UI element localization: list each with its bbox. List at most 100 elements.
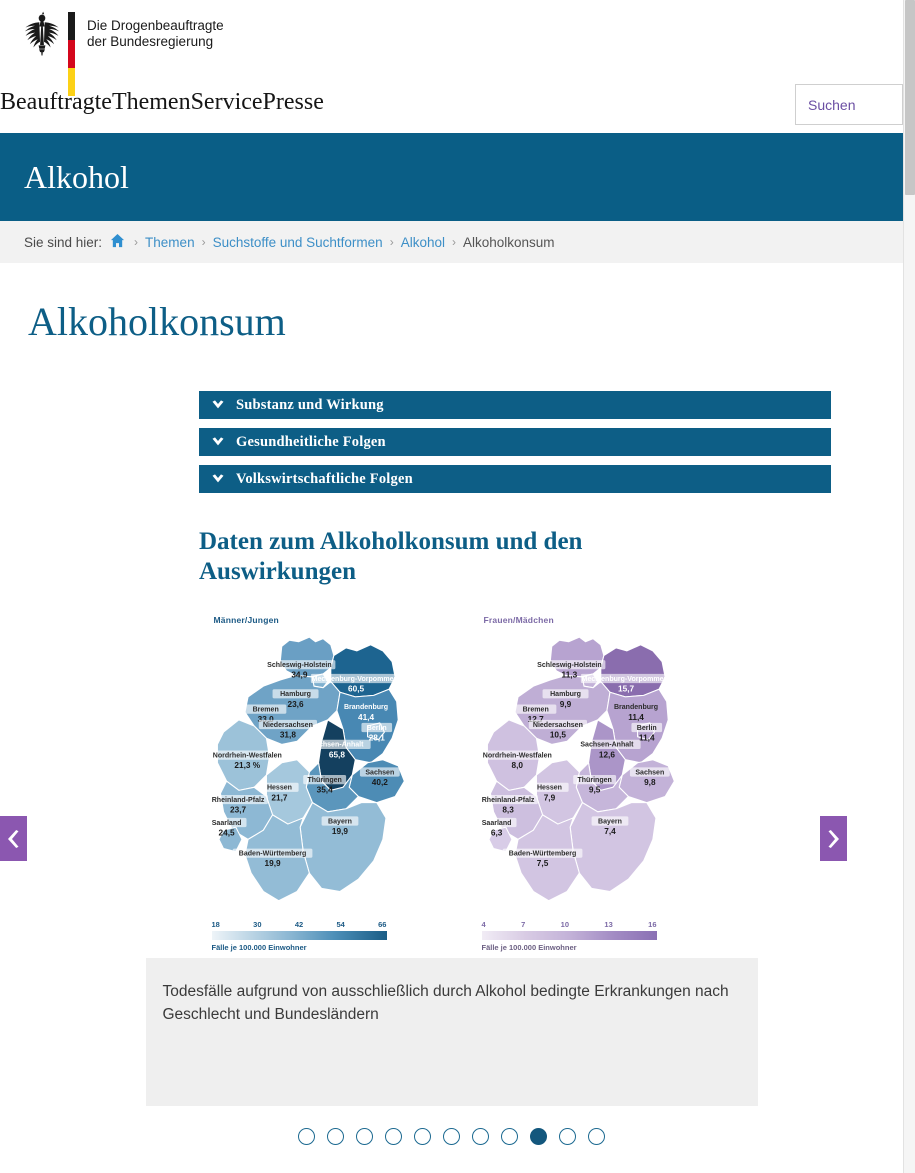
breadcrumb-link-alkohol[interactable]: Alkohol — [401, 235, 445, 250]
region-label-NW: Nordrhein-Westfalen — [482, 752, 551, 759]
main-content: Alkoholkonsum Substanz und Wirkung Gesun… — [0, 299, 903, 1145]
main-navigation: Beauftragte Themen Service Presse — [0, 84, 903, 132]
accordion-list: Substanz und Wirkung Gesundheitliche Fol… — [199, 391, 831, 493]
region-value-BY: 7,4 — [604, 827, 616, 836]
region-value-SN: 9,8 — [644, 778, 656, 787]
logo-line-2: der Bundesregierung — [87, 33, 214, 49]
page-title: Alkoholkonsum — [28, 299, 286, 344]
carousel-dot-7[interactable] — [472, 1128, 489, 1145]
region-value-SL: 6,3 — [490, 829, 502, 838]
region-label-NI: Niedersachsen — [532, 722, 582, 729]
carousel-dot-9[interactable] — [530, 1128, 547, 1145]
region-label-ST: Sachsen-Anhalt — [580, 742, 634, 749]
carousel-dot-1[interactable] — [298, 1128, 315, 1145]
carousel-dot-6[interactable] — [443, 1128, 460, 1145]
breadcrumb: Sie sind hier: › Themen › Suchstoffe und… — [0, 221, 903, 263]
accordion-item-substanz[interactable]: Substanz und Wirkung — [199, 391, 831, 419]
region-label-RP: Rheinland-Pfalz — [481, 797, 534, 804]
legend-tick-1: 30 — [253, 920, 262, 929]
legend-tick-4: 16 — [648, 920, 657, 929]
legend-frauen: 4 7 10 13 16 Fälle je 100.000 Einwohner — [481, 920, 657, 952]
legend-note-frauen: Fälle je 100.000 Einwohner — [481, 943, 577, 952]
region-value-BY: 19,9 — [331, 827, 347, 836]
region-BY — [569, 802, 656, 893]
region-label-RP: Rheinland-Pfalz — [211, 797, 264, 804]
banner-right-edge — [891, 133, 903, 221]
region-label-MV: Mecklenburg-Vorpommern — [581, 676, 670, 683]
flag-stripe-black — [68, 12, 75, 40]
region-value-BE: 11,4 — [638, 734, 654, 743]
region-label-BW: Baden-Württemberg — [508, 850, 576, 857]
legend-tick-1: 7 — [521, 920, 526, 929]
region-value-SN: 40,2 — [371, 778, 387, 787]
breadcrumb-link-suchtstoffe[interactable]: Suchstoffe und Suchtformen — [213, 235, 383, 250]
logo-line-1: Die Drogenbeauftragte — [87, 18, 224, 33]
accordion-item-gesundheitliche[interactable]: Gesundheitliche Folgen — [199, 428, 831, 456]
logo-wordmark: Die Drogenbeauftragte der Bundesregierun… — [87, 10, 224, 49]
nav-item-beauftragte[interactable]: Beauftragte — [0, 84, 112, 120]
carousel-dot-11[interactable] — [588, 1128, 605, 1145]
legend-tick-0: 4 — [481, 920, 486, 929]
carousel-caption-box: Todesfälle aufgrund von ausschließlich d… — [145, 958, 758, 1106]
breadcrumb-separator-1: › — [134, 235, 139, 249]
scrollbar-thumb[interactable] — [905, 0, 915, 195]
breadcrumb-link-themen[interactable]: Themen — [145, 235, 195, 250]
nav-link-presse[interactable]: Presse — [263, 84, 324, 120]
region-label-HH: Hamburg — [280, 691, 311, 698]
search-box[interactable] — [795, 84, 903, 125]
carousel-caption-text: Todesfälle aufgrund von ausschließlich d… — [162, 983, 729, 1023]
site-header: Die Drogenbeauftragte der Bundesregierun… — [0, 0, 903, 133]
region-value-HH: 9,9 — [559, 700, 571, 709]
legend-note-maenner: Fälle je 100.000 Einwohner — [211, 943, 307, 952]
region-value-NI: 31,8 — [279, 730, 295, 739]
region-value-ST: 65,8 — [328, 750, 344, 759]
home-icon-glyph — [110, 233, 125, 248]
carousel-dot-8[interactable] — [501, 1128, 518, 1145]
section-title: Daten zum Alkoholkonsum und den Auswirku… — [199, 528, 583, 585]
region-label-MV: Mecklenburg-Vorpommern — [311, 676, 400, 683]
page-root: Die Drogenbeauftragte der Bundesregierun… — [0, 0, 903, 1173]
region-value-HH: 23,6 — [287, 700, 303, 709]
map-panel-frauen: Frauen/Mädchen Schleswig-Holstein 11,3 M… — [472, 615, 702, 952]
nav-item-service[interactable]: Service — [191, 84, 263, 120]
nav-item-themen[interactable]: Themen — [112, 84, 191, 120]
region-value-NI: 10,5 — [549, 730, 565, 739]
legend-gradient-maenner — [211, 931, 387, 940]
flag-stripe-red — [68, 40, 75, 68]
nav-item-presse[interactable]: Presse — [263, 84, 324, 120]
region-label-ST: Sachsen-Anhalt — [310, 742, 364, 749]
carousel-dot-3[interactable] — [356, 1128, 373, 1145]
nav-link-service[interactable]: Service — [191, 84, 263, 120]
search-input[interactable] — [796, 85, 902, 124]
accordion-label-substanz: Substanz und Wirkung — [236, 396, 384, 413]
region-label-BB: Brandenburg — [613, 704, 657, 711]
legend-tick-3: 13 — [604, 920, 613, 929]
carousel-next-button[interactable] — [820, 816, 847, 861]
nav-link-beauftragte[interactable]: Beauftragte — [0, 84, 112, 120]
data-carousel: Männer/Jungen Schleswig-Holstein 34,9 Me… — [0, 609, 879, 1145]
accordion-label-gesundheitliche: Gesundheitliche Folgen — [236, 433, 386, 450]
region-label-BY: Bayern — [598, 818, 622, 825]
region-value-HE: 21,7 — [271, 793, 287, 802]
region-value-BB: 11,4 — [628, 713, 644, 722]
nav-link-themen[interactable]: Themen — [112, 84, 191, 120]
carousel-dot-10[interactable] — [559, 1128, 576, 1145]
page-scrollbar[interactable] — [903, 0, 915, 1173]
carousel-dot-5[interactable] — [414, 1128, 431, 1145]
region-value-TH: 9,5 — [588, 786, 600, 795]
legend-tick-2: 10 — [560, 920, 569, 929]
carousel-prev-button[interactable] — [0, 816, 27, 861]
breadcrumb-separator-2: › — [201, 235, 206, 249]
chevron-down-icon — [212, 437, 224, 446]
legend-ticks-frauen: 4 7 10 13 16 — [482, 920, 657, 929]
region-value-BE: 28,1 — [368, 734, 384, 743]
region-BY — [299, 802, 386, 893]
region-label-HB: Bremen — [522, 706, 548, 713]
carousel-dot-2[interactable] — [327, 1128, 344, 1145]
region-label-BB: Brandenburg — [343, 704, 387, 711]
home-icon[interactable] — [110, 233, 125, 251]
carousel-dot-4[interactable] — [385, 1128, 402, 1145]
accordion-item-volkswirtschaftliche[interactable]: Volkswirtschaftliche Folgen — [199, 465, 831, 493]
region-value-NW: 21,3 % — [234, 761, 260, 770]
region-label-SH: Schleswig-Holstein — [537, 662, 601, 669]
